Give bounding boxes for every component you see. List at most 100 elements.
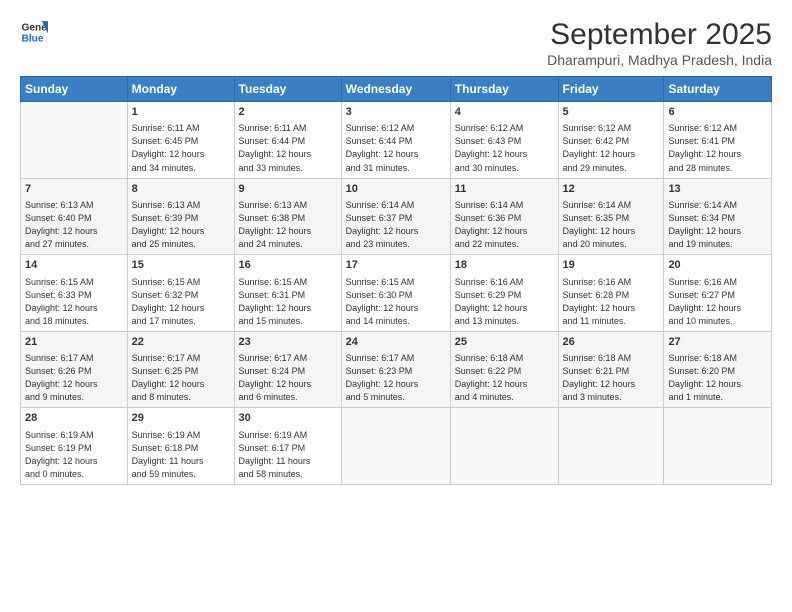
day-number: 13: [668, 182, 767, 197]
day-number: 12: [563, 182, 660, 197]
day-info: Sunrise: 6:16 AM Sunset: 6:28 PM Dayligh…: [563, 276, 660, 328]
day-number: 17: [346, 258, 446, 273]
calendar-cell: 18Sunrise: 6:16 AM Sunset: 6:29 PM Dayli…: [450, 255, 558, 332]
day-number: 16: [239, 258, 337, 273]
day-info: Sunrise: 6:12 AM Sunset: 6:41 PM Dayligh…: [668, 122, 767, 174]
day-info: Sunrise: 6:15 AM Sunset: 6:31 PM Dayligh…: [239, 276, 337, 328]
day-number: 11: [455, 182, 554, 197]
calendar-cell: 11 Sunrise: 6:14 AM Sunset: 6:36 PM Dayli…: [450, 178, 558, 255]
calendar-cell: [558, 408, 664, 485]
column-header-tuesday: Tuesday: [234, 77, 341, 102]
day-number: 26: [563, 335, 660, 350]
calendar-cell: [664, 408, 772, 485]
calendar-cell: 16 Sunrise: 6:15 AM Sunset: 6:31 PM Dayli…: [234, 255, 341, 332]
day-info: Sunrise: 6:13 AM Sunset: 6:39 PM Dayligh…: [132, 199, 230, 251]
calendar-cell: 6 Sunrise: 6:12 AM Sunset: 6:41 PM Daylig…: [664, 102, 772, 179]
day-info: Sunrise: 6:12 AM Sunset: 6:44 PM Dayligh…: [346, 122, 446, 174]
calendar-cell: 2 Sunrise: 6:11 AM Sunset: 6:44 PM Daylig…: [234, 102, 341, 179]
day-info: Sunrise: 6:13 AM Sunset: 6:38 PM Dayligh…: [239, 199, 337, 251]
day-info: Sunrise: 6:14 AM Sunset: 6:35 PM Dayligh…: [563, 199, 660, 251]
calendar-cell: 4 Sunrise: 6:12 AM Sunset: 6:43 PM Daylig…: [450, 102, 558, 179]
day-info: Sunrise: 6:18 AM Sunset: 6:20 PM Dayligh…: [668, 352, 767, 404]
day-number: 14: [25, 258, 123, 273]
day-info: Sunrise: 6:19 AM Sunset: 6:18 PM Dayligh…: [132, 429, 230, 481]
day-info: Sunrise: 6:14 AM Sunset: 6:37 PM Dayligh…: [346, 199, 446, 251]
day-info: Sunrise: 6:15 AM Sunset: 6:33 PM Dayligh…: [25, 276, 123, 328]
day-info: Sunrise: 6:15 AM Sunset: 6:32 PM Dayligh…: [132, 276, 230, 328]
day-number: 24: [346, 335, 446, 350]
calendar-cell: 1Sunrise: 6:11 AM Sunset: 6:45 PM Daylig…: [127, 102, 234, 179]
day-info: Sunrise: 6:11 AM Sunset: 6:45 PM Dayligh…: [132, 122, 230, 174]
day-number: 22: [132, 335, 230, 350]
day-number: 25: [455, 335, 554, 350]
day-number: 27: [668, 335, 767, 350]
day-info: Sunrise: 6:17 AM Sunset: 6:23 PM Dayligh…: [346, 352, 446, 404]
day-info: Sunrise: 6:14 AM Sunset: 6:34 PM Dayligh…: [668, 199, 767, 251]
calendar-cell: 15 Sunrise: 6:15 AM Sunset: 6:32 PM Dayli…: [127, 255, 234, 332]
day-info: Sunrise: 6:18 AM Sunset: 6:21 PM Dayligh…: [563, 352, 660, 404]
column-header-saturday: Saturday: [664, 77, 772, 102]
day-number: 28: [25, 411, 123, 426]
calendar-cell: 30 Sunrise: 6:19 AM Sunset: 6:17 PM Dayli…: [234, 408, 341, 485]
day-number: 20: [668, 258, 767, 273]
calendar-cell: 8 Sunrise: 6:13 AM Sunset: 6:39 PM Daylig…: [127, 178, 234, 255]
day-number: 8: [132, 182, 230, 197]
day-number: 30: [239, 411, 337, 426]
calendar-cell: 7 Sunrise: 6:13 AM Sunset: 6:40 PM Daylig…: [21, 178, 128, 255]
day-info: Sunrise: 6:11 AM Sunset: 6:44 PM Dayligh…: [239, 122, 337, 174]
day-info: Sunrise: 6:19 AM Sunset: 6:17 PM Dayligh…: [239, 429, 337, 481]
day-number: 15: [132, 258, 230, 273]
column-header-monday: Monday: [127, 77, 234, 102]
column-header-thursday: Thursday: [450, 77, 558, 102]
calendar-cell: 17 Sunrise: 6:15 AM Sunset: 6:30 PM Dayli…: [341, 255, 450, 332]
calendar-cell: 12 Sunrise: 6:14 AM Sunset: 6:35 PM Dayli…: [558, 178, 664, 255]
calendar-cell: 22 Sunrise: 6:17 AM Sunset: 6:25 PM Dayli…: [127, 331, 234, 408]
calendar-cell: [450, 408, 558, 485]
calendar-cell: 19 Sunrise: 6:16 AM Sunset: 6:28 PM Dayli…: [558, 255, 664, 332]
calendar-cell: 3 Sunrise: 6:12 AM Sunset: 6:44 PM Daylig…: [341, 102, 450, 179]
day-number: 19: [563, 258, 660, 273]
calendar-cell: [21, 102, 128, 179]
column-header-sunday: Sunday: [21, 77, 128, 102]
calendar-cell: 23 Sunrise: 6:17 AM Sunset: 6:24 PM Dayli…: [234, 331, 341, 408]
column-header-friday: Friday: [558, 77, 664, 102]
calendar-cell: [341, 408, 450, 485]
calendar-cell: 27 Sunrise: 6:18 AM Sunset: 6:20 PM Dayli…: [664, 331, 772, 408]
day-number: 9: [239, 182, 337, 197]
logo: General Blue: [20, 18, 48, 46]
day-info: Sunrise: 6:16 AM Sunset: 6:27 PM Dayligh…: [668, 276, 767, 328]
day-info: Sunrise: 6:17 AM Sunset: 6:26 PM Dayligh…: [25, 352, 123, 404]
calendar-cell: 13 Sunrise: 6:14 AM Sunset: 6:34 PM Dayli…: [664, 178, 772, 255]
calendar-cell: 9 Sunrise: 6:13 AM Sunset: 6:38 PM Daylig…: [234, 178, 341, 255]
day-number: 10: [346, 182, 446, 197]
day-info: Sunrise: 6:19 AM Sunset: 6:19 PM Dayligh…: [25, 429, 123, 481]
day-info: Sunrise: 6:14 AM Sunset: 6:36 PM Dayligh…: [455, 199, 554, 251]
day-number: 5: [563, 105, 660, 120]
day-number: 2: [239, 105, 337, 120]
day-info: Sunrise: 6:12 AM Sunset: 6:43 PM Dayligh…: [455, 122, 554, 174]
calendar-cell: 5 Sunrise: 6:12 AM Sunset: 6:42 PM Daylig…: [558, 102, 664, 179]
day-number: 3: [346, 105, 446, 120]
day-info: Sunrise: 6:15 AM Sunset: 6:30 PM Dayligh…: [346, 276, 446, 328]
calendar-cell: 29 Sunrise: 6:19 AM Sunset: 6:18 PM Dayli…: [127, 408, 234, 485]
calendar-cell: 10 Sunrise: 6:14 AM Sunset: 6:37 PM Dayli…: [341, 178, 450, 255]
day-info: Sunrise: 6:13 AM Sunset: 6:40 PM Dayligh…: [25, 199, 123, 251]
day-number: 29: [132, 411, 230, 426]
day-number: 23: [239, 335, 337, 350]
day-number: 4: [455, 105, 554, 120]
day-info: Sunrise: 6:17 AM Sunset: 6:24 PM Dayligh…: [239, 352, 337, 404]
day-number: 7: [25, 182, 123, 197]
day-number: 18: [455, 258, 554, 273]
column-header-wednesday: Wednesday: [341, 77, 450, 102]
location-subtitle: Dharampuri, Madhya Pradesh, India: [547, 52, 772, 68]
calendar-cell: 14 Sunrise: 6:15 AM Sunset: 6:33 PM Dayli…: [21, 255, 128, 332]
day-info: Sunrise: 6:18 AM Sunset: 6:22 PM Dayligh…: [455, 352, 554, 404]
calendar-cell: 21Sunrise: 6:17 AM Sunset: 6:26 PM Dayli…: [21, 331, 128, 408]
svg-text:Blue: Blue: [22, 33, 44, 44]
day-info: Sunrise: 6:17 AM Sunset: 6:25 PM Dayligh…: [132, 352, 230, 404]
day-number: 6: [668, 105, 767, 120]
calendar-cell: 25 Sunrise: 6:18 AM Sunset: 6:22 PM Dayli…: [450, 331, 558, 408]
day-info: Sunrise: 6:12 AM Sunset: 6:42 PM Dayligh…: [563, 122, 660, 174]
calendar-cell: 20 Sunrise: 6:16 AM Sunset: 6:27 PM Dayli…: [664, 255, 772, 332]
calendar-cell: 26 Sunrise: 6:18 AM Sunset: 6:21 PM Dayli…: [558, 331, 664, 408]
